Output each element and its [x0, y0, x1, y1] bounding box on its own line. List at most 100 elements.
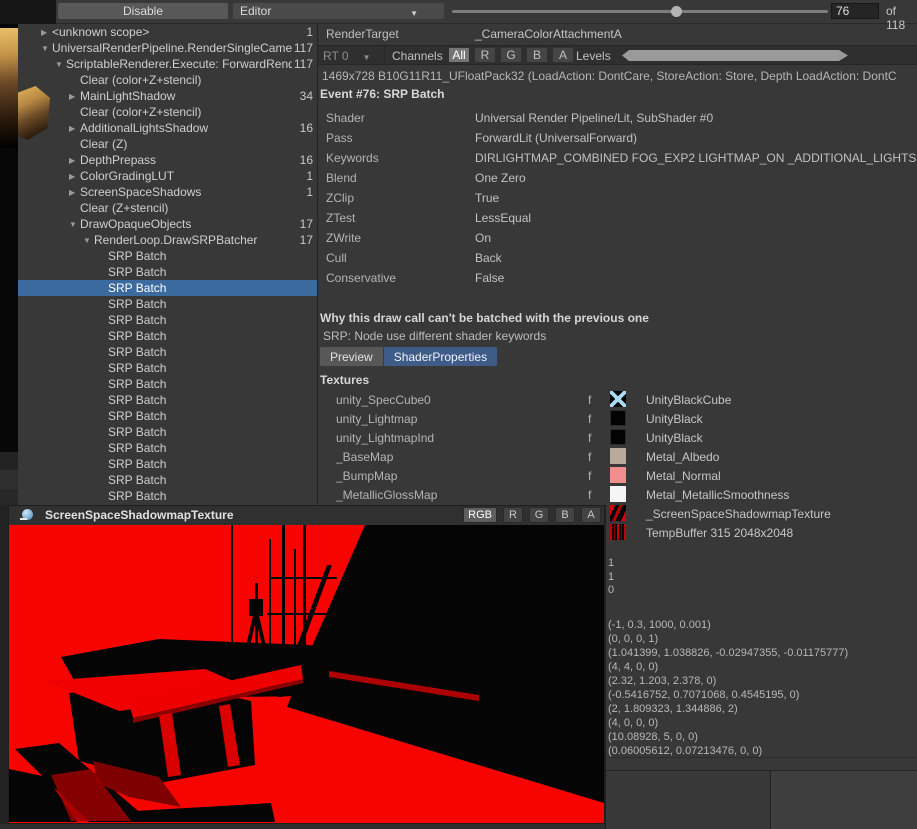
texture-thumbnail[interactable] [610, 505, 626, 521]
expand-arrow-icon[interactable]: ▶ [69, 156, 80, 165]
texture-row[interactable]: _BumpMap f Metal_Normal [318, 466, 917, 485]
expand-arrow-icon[interactable]: ▶ [41, 28, 52, 37]
texture-thumbnail[interactable] [610, 467, 626, 483]
event-number-field[interactable]: 76 [831, 3, 879, 19]
tree-item-label: SRP Batch [108, 441, 311, 455]
tree-item[interactable]: SRP Batch [18, 392, 317, 408]
texture-thumbnail[interactable] [610, 524, 626, 540]
property-label: Shader [318, 111, 475, 125]
expand-arrow-icon[interactable]: ▶ [69, 172, 80, 181]
disable-button[interactable]: Disable [57, 2, 229, 20]
texture-row[interactable]: unity_LightmapInd f UnityBlack [318, 428, 917, 447]
tree-item[interactable]: ▶ DepthPrepass 16 [18, 152, 317, 168]
channel-button[interactable]: A [552, 47, 574, 63]
tree-item[interactable]: SRP Batch [18, 472, 317, 488]
target-dropdown[interactable]: Editor ▼ [232, 2, 445, 20]
float-values-list: 110 [608, 557, 614, 598]
tree-item[interactable]: SRP Batch [18, 440, 317, 456]
texture-flag: f [588, 412, 591, 426]
tree-item[interactable]: SRP Batch [18, 248, 317, 264]
channel-button[interactable]: All [448, 47, 470, 63]
rt-index-dropdown[interactable]: RT 0▼ [323, 49, 371, 63]
texture-property: _MetallicGlossMap [336, 488, 437, 502]
preview-channel-button[interactable]: A [581, 507, 601, 523]
value-line: (0.06005612, 0.07213476, 0, 0) [608, 744, 848, 758]
event-slider[interactable] [452, 10, 828, 13]
texture-flag: f [588, 431, 591, 445]
property-row: ZWrite On [318, 228, 917, 248]
tree-item[interactable]: SRP Batch [18, 296, 317, 312]
property-label: Cull [318, 251, 475, 265]
tree-item-label: Clear (Z+stencil) [80, 201, 311, 215]
preview-channel-button[interactable]: B [555, 507, 575, 523]
texture-thumbnail[interactable] [610, 410, 626, 426]
expand-arrow-icon[interactable]: ▼ [41, 44, 52, 53]
tree-item[interactable]: SRP Batch [18, 344, 317, 360]
expand-arrow-icon[interactable]: ▼ [69, 220, 80, 229]
window-bottom-edge [0, 824, 606, 829]
shadowmap-preview-image[interactable] [9, 525, 604, 823]
render-target-label: RenderTarget [326, 27, 399, 41]
texture-thumbnail[interactable] [610, 429, 626, 445]
texture-thumbnail[interactable] [610, 391, 626, 407]
tree-item[interactable]: Clear (Z+stencil) [18, 200, 317, 216]
expand-arrow-icon[interactable]: ▶ [69, 188, 80, 197]
preview-channel-button[interactable]: RGB [463, 507, 497, 523]
texture-name: _ScreenSpaceShadowmapTexture [646, 507, 831, 521]
tree-item[interactable]: SRP Batch [18, 456, 317, 472]
detail-tab[interactable]: Preview [319, 346, 384, 367]
tree-item[interactable]: SRP Batch [18, 264, 317, 280]
levels-range-slider[interactable] [622, 50, 848, 61]
texture-flag: f [588, 450, 591, 464]
tree-item[interactable]: SRP Batch [18, 488, 317, 504]
channel-button[interactable]: R [474, 47, 496, 63]
expand-arrow-icon[interactable]: ▼ [83, 236, 94, 245]
tree-item[interactable]: ▼ DrawOpaqueObjects 17 [18, 216, 317, 232]
tree-item[interactable]: SRP Batch [18, 376, 317, 392]
preview-channel-button[interactable]: G [529, 507, 549, 523]
tree-item[interactable]: SRP Batch [18, 424, 317, 440]
texture-row[interactable]: unity_Lightmap f UnityBlack [318, 409, 917, 428]
preview-header[interactable]: ScreenSpaceShadowmapTexture RGBRGBA [9, 506, 604, 525]
property-label: Conservative [318, 271, 475, 285]
scene-gold-object [0, 28, 18, 148]
property-label: Blend [318, 171, 475, 185]
texture-row[interactable]: _MetallicGlossMap f Metal_MetallicSmooth… [318, 485, 917, 504]
property-value: DIRLIGHTMAP_COMBINED FOG_EXP2 LIGHTMAP_O… [475, 151, 917, 165]
tree-item[interactable]: ▶ AdditionalLightsShadow 16 [18, 120, 317, 136]
tree-item[interactable]: SRP Batch [18, 408, 317, 424]
tree-item[interactable]: Clear (Z) [18, 136, 317, 152]
tree-item[interactable]: ▼ ScriptableRenderer.Execute: ForwardRen… [18, 56, 317, 72]
texture-thumbnail[interactable] [610, 448, 626, 464]
detail-tab[interactable]: ShaderProperties [384, 346, 498, 367]
tree-item-label: DepthPrepass [80, 153, 298, 167]
tree-item[interactable]: SRP Batch [18, 312, 317, 328]
channel-button[interactable]: B [526, 47, 548, 63]
expand-arrow-icon[interactable]: ▶ [69, 124, 80, 133]
expand-arrow-icon[interactable]: ▶ [69, 92, 80, 101]
texture-thumbnail[interactable] [610, 486, 626, 502]
tree-item[interactable]: Clear (color+Z+stencil) [18, 72, 317, 88]
channel-button[interactable]: G [500, 47, 522, 63]
texture-name: UnityBlack [646, 431, 703, 445]
tree-item[interactable]: SRP Batch [18, 360, 317, 376]
tree-item[interactable]: ▶ <unknown scope> 1 [18, 24, 317, 40]
tree-item[interactable]: SRP Batch [18, 328, 317, 344]
texture-row[interactable]: unity_SpecCube0 f UnityBlackCube [318, 390, 917, 409]
tree-item-label: SRP Batch [108, 377, 311, 391]
tree-item[interactable]: Clear (color+Z+stencil) [18, 104, 317, 120]
tree-item-label: SRP Batch [108, 425, 311, 439]
texture-name: Metal_MetallicSmoothness [646, 488, 789, 502]
slider-handle[interactable] [671, 6, 682, 17]
preview-channel-button[interactable]: R [503, 507, 523, 523]
property-label: Keywords [318, 151, 475, 165]
tree-item[interactable]: SRP Batch [18, 280, 317, 296]
tree-item[interactable]: ▼ RenderLoop.DrawSRPBatcher 17 [18, 232, 317, 248]
tree-item[interactable]: ▶ MainLightShadow 34 [18, 88, 317, 104]
expand-arrow-icon[interactable]: ▼ [55, 60, 66, 69]
tree-item[interactable]: ▶ ScreenSpaceShadows 1 [18, 184, 317, 200]
tree-item[interactable]: ▶ ColorGradingLUT 1 [18, 168, 317, 184]
texture-row[interactable]: _BaseMap f Metal_Albedo [318, 447, 917, 466]
tree-item[interactable]: ▼ UniversalRenderPipeline.RenderSingleCa… [18, 40, 317, 56]
panel-divider[interactable] [317, 24, 318, 507]
